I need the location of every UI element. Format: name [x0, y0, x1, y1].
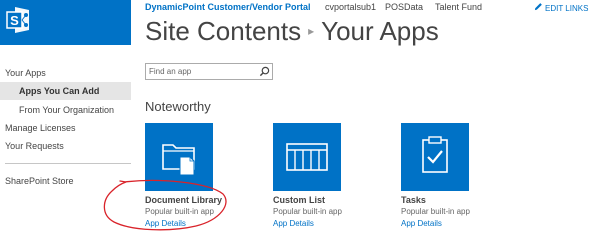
app-card-document-library: Document Library Popular built-in app Ap…: [145, 123, 265, 231]
leftnav-manage-licenses[interactable]: Manage Licenses: [0, 119, 131, 137]
app-card-custom-list: Custom List Popular built-in app App Det…: [273, 123, 393, 231]
app-details-link[interactable]: App Details: [401, 219, 442, 228]
page-title: Site Contents ▸ Your Apps: [145, 16, 439, 47]
app-subtitle: Popular built-in app: [145, 207, 214, 216]
app-details-link[interactable]: App Details: [145, 219, 186, 228]
leftnav-your-requests[interactable]: Your Requests: [0, 137, 131, 155]
tasks-icon: [422, 136, 448, 173]
pencil-icon: [534, 3, 542, 11]
find-app-search: [145, 63, 273, 80]
app-title[interactable]: Custom List: [273, 195, 325, 205]
sharepoint-logo[interactable]: S: [0, 0, 131, 45]
page-title-main: Site Contents: [145, 16, 302, 46]
app-title[interactable]: Tasks: [401, 195, 426, 205]
topnav-link-talent-fund[interactable]: Talent Fund: [435, 2, 482, 12]
topnav-link-cvportalsub1[interactable]: cvportalsub1: [325, 2, 376, 12]
document-library-icon: [162, 144, 195, 176]
search-icon[interactable]: [259, 66, 270, 77]
edit-links-button[interactable]: EDIT LINKS: [534, 2, 588, 13]
svg-text:S: S: [10, 13, 19, 28]
custom-list-icon: [286, 143, 328, 171]
leftnav-sharepoint-store[interactable]: SharePoint Store: [0, 172, 131, 190]
leftnav-apps-you-can-add[interactable]: Apps You Can Add: [0, 82, 131, 100]
app-tile-document-library[interactable]: [145, 123, 213, 191]
sharepoint-logo-icon: S: [6, 7, 29, 33]
breadcrumb-arrow-icon: ▸: [308, 24, 315, 39]
app-tile-custom-list[interactable]: [273, 123, 341, 191]
leftnav-your-apps[interactable]: Your Apps: [0, 64, 131, 82]
app-card-tasks: Tasks Popular built-in app App Details: [401, 123, 521, 231]
app-subtitle: Popular built-in app: [273, 207, 342, 216]
section-heading-noteworthy: Noteworthy: [145, 99, 211, 114]
app-subtitle: Popular built-in app: [401, 207, 470, 216]
leftnav-from-your-organization[interactable]: From Your Organization: [0, 101, 131, 119]
search-input[interactable]: [146, 64, 258, 79]
edit-links-label: EDIT LINKS: [545, 4, 589, 13]
app-tile-tasks[interactable]: [401, 123, 469, 191]
leftnav-divider: [5, 163, 131, 164]
app-details-link[interactable]: App Details: [273, 219, 314, 228]
topnav-link-posdata[interactable]: POSData: [385, 2, 423, 12]
page-title-sub: Your Apps: [321, 16, 439, 46]
app-title[interactable]: Document Library: [145, 195, 222, 205]
topnav-portal-link[interactable]: DynamicPoint Customer/Vendor Portal: [145, 2, 311, 12]
